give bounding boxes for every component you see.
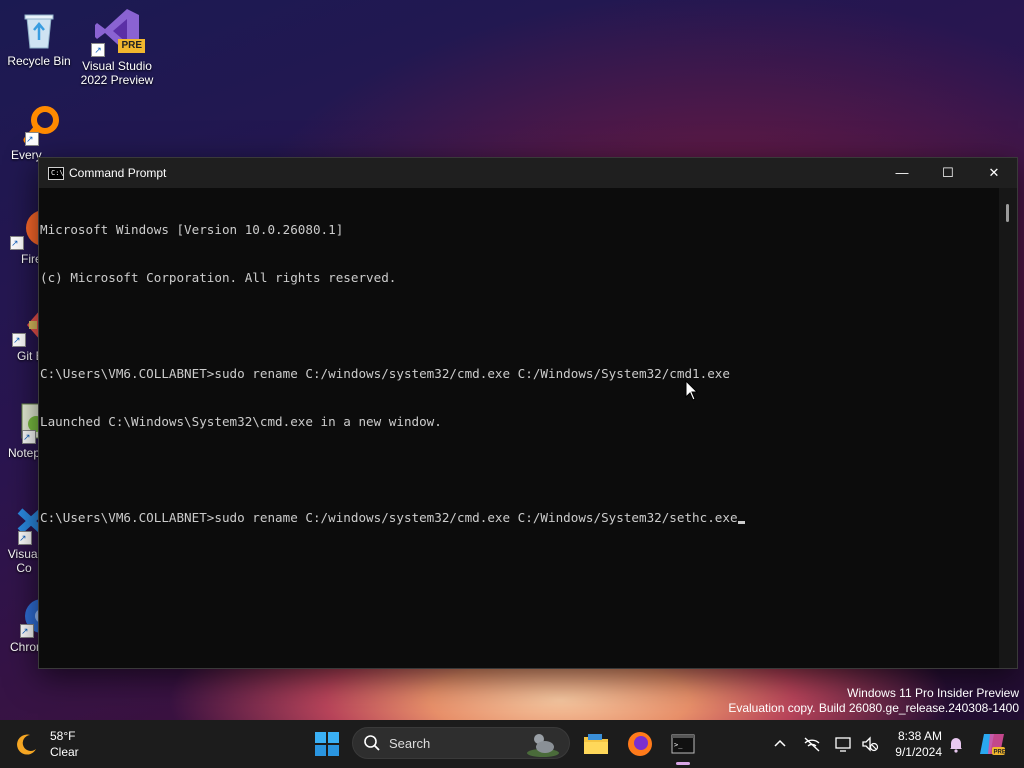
desktop-icon-label: Visual Studio 2022 Preview [80, 59, 154, 87]
preview-badge: PRE [118, 39, 145, 53]
clock-time: 8:38 AM [897, 729, 942, 743]
volume-muted-icon[interactable] [860, 734, 880, 754]
chevron-up-icon[interactable] [770, 734, 790, 754]
console-line: C:\Users\VM6.COLLABNET>sudo rename C:/wi… [40, 510, 738, 525]
desktop-icon-recycle-bin[interactable]: Recycle Bin [0, 10, 78, 68]
shortcut-arrow-icon: ↗ [22, 430, 36, 444]
desktop-icon-everything[interactable]: ↗ Every [0, 104, 59, 162]
text-cursor [737, 521, 745, 524]
console-line: C:\Users\VM6.COLLABNET>sudo rename C:/wi… [40, 366, 730, 381]
console-line: Launched C:\Windows\System32\cmd.exe in … [40, 414, 442, 429]
notification-bell-icon[interactable] [946, 734, 966, 754]
console-output[interactable]: Microsoft Windows [Version 10.0.26080.1]… [39, 188, 999, 668]
everything-search-icon: ↗ [21, 104, 61, 146]
moon-icon [17, 734, 36, 755]
close-button[interactable]: ✕ [971, 158, 1017, 188]
maximize-button[interactable]: ☐ [925, 158, 971, 188]
start-button[interactable] [311, 728, 343, 760]
window-title: Command Prompt [69, 166, 167, 180]
desktop-icon-visual-studio[interactable]: PRE ↗ Visual Studio 2022 Preview [78, 7, 156, 87]
command-prompt-window[interactable]: C:\ Command Prompt — ☐ ✕ Microsoft Windo… [38, 157, 1018, 669]
recycle-bin-icon [19, 10, 59, 50]
desktop-icon-label: Recycle Bin [7, 54, 71, 68]
taskbar-clock[interactable]: 8:38 AM 9/1/2024 [895, 728, 942, 760]
firefox-taskbar-button[interactable] [624, 728, 656, 760]
shortcut-arrow-icon: ↗ [12, 333, 26, 347]
search-highlight-gorilla-icon [527, 734, 559, 757]
terminal-taskbar-button[interactable]: >_ [667, 728, 699, 760]
search-icon [364, 735, 380, 751]
copilot-icon[interactable]: PRE [978, 730, 1006, 758]
svg-text:>_: >_ [674, 741, 683, 749]
watermark-line: Evaluation copy. Build 26080.ge_release.… [728, 701, 1019, 715]
vertical-scrollbar[interactable] [999, 188, 1017, 668]
console-line: (c) Microsoft Corporation. All rights re… [40, 270, 397, 285]
network-off-icon[interactable] [802, 734, 822, 754]
search-label: Search [389, 736, 431, 751]
weather-condition: Clear [50, 745, 79, 759]
minimize-button[interactable]: — [879, 158, 925, 188]
evaluation-watermark: Windows 11 Pro Insider Preview Evaluatio… [728, 686, 1019, 716]
shortcut-arrow-icon: ↗ [20, 624, 34, 638]
shortcut-arrow-icon: ↗ [25, 132, 39, 146]
visual-studio-icon: PRE ↗ [91, 7, 145, 57]
shortcut-arrow-icon: ↗ [91, 43, 105, 57]
file-explorer-button[interactable] [580, 728, 612, 760]
shortcut-arrow-icon: ↗ [10, 236, 24, 250]
mouse-pointer-icon [685, 380, 699, 401]
console-line: Microsoft Windows [Version 10.0.26080.1] [40, 222, 344, 237]
window-titlebar[interactable]: C:\ Command Prompt — ☐ ✕ [39, 158, 1017, 188]
svg-text:PRE: PRE [994, 750, 1006, 756]
cmd-app-icon: C:\ [48, 167, 64, 180]
clock-date: 9/1/2024 [895, 745, 942, 759]
scrollbar-thumb[interactable] [1006, 204, 1009, 222]
console-input-line[interactable]: C:\Users\VM6.COLLABNET>sudo rename C:/wi… [40, 510, 998, 526]
display-icon[interactable] [834, 734, 854, 754]
weather-temperature: 58°F [50, 729, 76, 743]
shortcut-arrow-icon: ↗ [18, 531, 32, 545]
taskbar-search[interactable]: Search [352, 727, 570, 759]
taskbar: 58°F Clear Search >_ 8:38 AM 9/1/2024 PR… [0, 720, 1024, 768]
watermark-line: Windows 11 Pro Insider Preview [847, 686, 1019, 700]
active-window-indicator [676, 762, 690, 765]
